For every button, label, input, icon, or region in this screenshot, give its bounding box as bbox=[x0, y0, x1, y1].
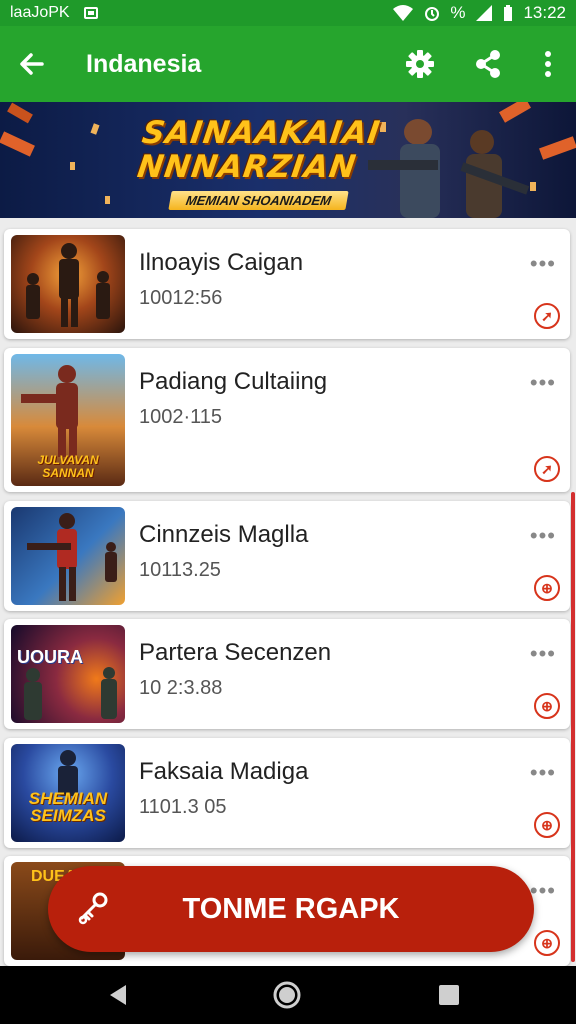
signal-icon bbox=[476, 5, 493, 21]
download-apk-button[interactable]: TONME RGAPK bbox=[48, 866, 534, 952]
thumbnail-caption: JULVAVAN SANNAN bbox=[37, 453, 99, 480]
banner-title: SAINAAKAIAI NNNARZIAN bbox=[135, 115, 383, 185]
item-more-icon[interactable]: ••• bbox=[530, 760, 556, 786]
battery-icon bbox=[504, 5, 513, 21]
item-code: 1002·115 bbox=[139, 406, 223, 428]
wifi-icon bbox=[393, 5, 414, 21]
item-code: 1101.3 05 bbox=[139, 796, 227, 818]
item-name: Ilnoayis Caigan bbox=[139, 249, 304, 276]
item-action-icon[interactable]: ⊕ bbox=[534, 812, 560, 838]
status-left-text: laaJoPK bbox=[10, 4, 70, 21]
download-apk-label: TONME RGAPK bbox=[182, 893, 400, 925]
status-bar: laaJoPK % 13:22 bbox=[0, 0, 576, 26]
item-thumbnail bbox=[11, 507, 125, 605]
item-action-icon[interactable]: ➚ bbox=[534, 303, 560, 329]
gear-icon[interactable] bbox=[402, 46, 438, 82]
item-more-icon[interactable]: ••• bbox=[530, 641, 556, 667]
status-time: 13:22 bbox=[523, 3, 566, 22]
share-icon[interactable] bbox=[470, 46, 506, 82]
app-bar: Indanesia bbox=[0, 26, 576, 102]
list-item[interactable]: SHEMIAN SEIMZAS Faksaia Madiga 1101.3 05… bbox=[4, 738, 570, 848]
item-name: Faksaia Madiga bbox=[139, 758, 309, 785]
scrollbar[interactable] bbox=[571, 492, 575, 962]
item-code: 10113.25 bbox=[139, 559, 221, 581]
nav-recents-icon[interactable] bbox=[434, 980, 464, 1010]
item-more-icon[interactable]: ••• bbox=[530, 523, 556, 549]
nav-home-icon[interactable] bbox=[272, 980, 302, 1010]
item-name: Cinnzeis Maglla bbox=[139, 521, 309, 548]
more-vert-icon[interactable] bbox=[530, 46, 566, 82]
item-name: Partera Secenzen bbox=[139, 639, 332, 666]
item-action-icon[interactable]: ➚ bbox=[534, 456, 560, 482]
thumbnail-caption: UOURA bbox=[17, 647, 83, 667]
page-title: Indanesia bbox=[86, 50, 202, 78]
banner-title-line-1: SAINAAKAIAI bbox=[139, 115, 383, 151]
item-more-icon[interactable]: ••• bbox=[530, 251, 556, 277]
item-thumbnail: JULVAVAN SANNAN bbox=[11, 354, 125, 486]
alarm-icon bbox=[425, 7, 440, 21]
item-thumbnail bbox=[11, 235, 125, 333]
list-item[interactable]: Ilnoayis Caigan 10012:56 ••• ➚ bbox=[4, 229, 570, 339]
promo-banner[interactable]: SAINAAKAIAI NNNARZIAN MEMIAN SHOANIADEM bbox=[0, 102, 576, 218]
notification-icon bbox=[83, 7, 98, 19]
item-name: Padiang Cultaiing bbox=[139, 368, 328, 395]
item-action-icon[interactable]: ⊕ bbox=[534, 575, 560, 601]
item-thumbnail: UOURA bbox=[11, 625, 125, 723]
list-item[interactable]: UOURA Partera Secenzen 10 2:3.88 ••• ⊕ bbox=[4, 619, 570, 729]
nav-back-icon[interactable] bbox=[104, 980, 134, 1010]
item-more-icon[interactable]: ••• bbox=[530, 370, 556, 396]
banner-subtitle: MEMIAN SHOANIADEM bbox=[168, 191, 349, 210]
system-nav-bar bbox=[0, 966, 576, 1024]
data-percent: % bbox=[450, 3, 466, 22]
item-action-icon[interactable]: ⊕ bbox=[534, 693, 560, 719]
list-item[interactable]: Cinnzeis Maglla 10113.25 ••• ⊕ bbox=[4, 501, 570, 611]
list-item[interactable]: JULVAVAN SANNAN Padiang Cultaiing 1002·1… bbox=[4, 348, 570, 492]
item-thumbnail: SHEMIAN SEIMZAS bbox=[11, 744, 125, 842]
item-code: 10012:56 bbox=[139, 287, 223, 309]
item-action-icon[interactable]: ⊕ bbox=[534, 930, 560, 956]
banner-title-line-2: NNNARZIAN bbox=[135, 149, 359, 185]
item-code: 10 2:3.88 bbox=[139, 677, 223, 699]
thumbnail-caption: SHEMIAN SEIMZAS bbox=[28, 789, 108, 825]
back-arrow-icon[interactable] bbox=[14, 46, 50, 82]
